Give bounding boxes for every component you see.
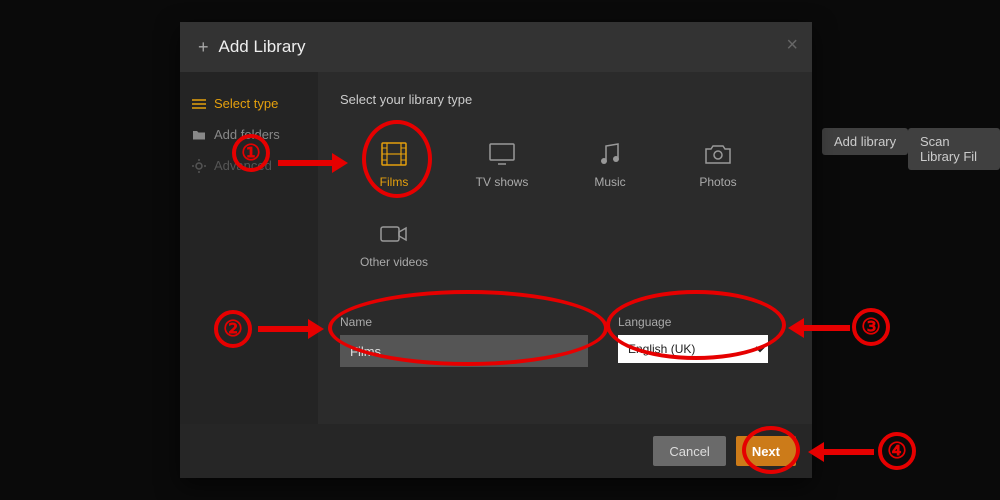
name-field: Name [340, 315, 588, 367]
type-label: TV shows [476, 175, 529, 189]
modal-header: + Add Library × [180, 22, 812, 72]
modal-content: Select your library type Films TV shows [318, 72, 812, 424]
gear-icon [192, 159, 206, 173]
annotation-badge-3: ③ [852, 308, 890, 346]
bg-scan-library-button[interactable]: Scan Library Fil [908, 128, 1000, 170]
tv-icon [488, 141, 516, 167]
next-button[interactable]: Next [736, 436, 796, 466]
type-card-films[interactable]: Films [340, 125, 448, 205]
type-card-other[interactable]: Other videos [340, 205, 448, 285]
sidebar-item-label: Add folders [214, 127, 280, 142]
cancel-button[interactable]: Cancel [653, 436, 725, 466]
sidebar-item-select-type[interactable]: Select type [180, 88, 318, 119]
type-label: Films [380, 175, 409, 189]
sidebar-item-label: Advanced [214, 158, 272, 173]
type-card-tv[interactable]: TV shows [448, 125, 556, 205]
add-library-modal: + Add Library × Select type Add folders [180, 22, 812, 478]
sidebar-item-label: Select type [214, 96, 278, 111]
sidebar-item-add-folders[interactable]: Add folders [180, 119, 318, 150]
modal-sidebar: Select type Add folders Advanced [180, 72, 318, 424]
modal-footer: Cancel Next [180, 424, 812, 478]
name-input[interactable] [340, 335, 588, 367]
type-card-music[interactable]: Music [556, 125, 664, 205]
bg-add-library-button[interactable]: Add library [822, 128, 908, 155]
music-icon [599, 141, 621, 167]
library-type-grid: Films TV shows Music [340, 125, 780, 285]
video-icon [380, 221, 408, 247]
plus-icon: + [198, 37, 209, 58]
type-card-photos[interactable]: Photos [664, 125, 772, 205]
content-heading: Select your library type [340, 92, 790, 107]
name-label: Name [340, 315, 588, 329]
close-icon[interactable]: × [786, 34, 798, 57]
annotation-arrow-4 [824, 449, 874, 455]
language-label: Language [618, 315, 768, 329]
language-field: Language English (UK) [618, 315, 768, 367]
modal-title: Add Library [219, 37, 306, 57]
type-label: Music [594, 175, 625, 189]
list-icon [192, 98, 206, 110]
language-select[interactable]: English (UK) [618, 335, 768, 363]
annotation-badge-4: ④ [878, 432, 916, 470]
type-label: Photos [699, 175, 736, 189]
folder-icon [192, 129, 206, 141]
camera-icon [704, 141, 732, 167]
sidebar-item-advanced[interactable]: Advanced [180, 150, 318, 181]
type-label: Other videos [360, 255, 428, 269]
film-icon [381, 141, 407, 167]
